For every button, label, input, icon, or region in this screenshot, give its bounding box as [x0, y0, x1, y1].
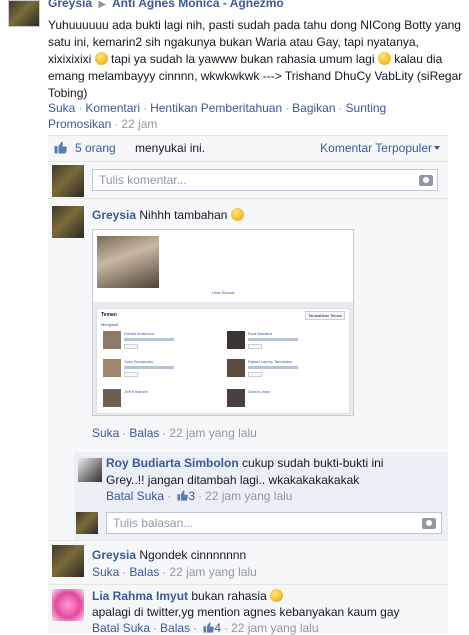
reply-text-line1: cukup sudah bukti-bukti ini: [242, 456, 384, 470]
likes-text: menyukai ini.: [135, 141, 206, 155]
post-actions: Suka · Komentari · Hentikan Pemberitahuan · Ba…: [48, 101, 387, 131]
like-link[interactable]: Suka: [92, 426, 119, 440]
friend-photo: [103, 331, 121, 349]
friend-photo: [227, 359, 245, 377]
comments-feed: 5 orang menyukai ini. Komentar Terpopule…: [48, 135, 448, 635]
friend-name: Owens Iman: [248, 389, 271, 394]
reply-time[interactable]: 22 jam yang lalu: [205, 489, 292, 503]
like-link[interactable]: Suka: [92, 565, 119, 579]
friend-photo: [227, 331, 245, 349]
friends-section-title: Teman: [101, 312, 117, 318]
like-link[interactable]: Suka: [48, 101, 75, 115]
commenter-avatar[interactable]: [52, 545, 84, 577]
reply-input-placeholder: Tulis balasan...: [113, 516, 194, 530]
likes-summary: 5 orang menyukai ini. Komentar Terpopule…: [48, 136, 448, 162]
comment-body: Lia Rahma Imyut bukan rahasia apalagi di…: [92, 588, 400, 620]
commenter-name[interactable]: Greysia: [92, 208, 136, 222]
add-friend-button: Tambahkan Teman: [305, 311, 345, 320]
commenter-avatar[interactable]: [52, 589, 84, 621]
attached-screenshot[interactable]: Lihat Semua Teman Tambahkan Teman Mengik…: [92, 229, 354, 416]
comment-text: Ngondek cinnnnnnn: [139, 548, 247, 562]
thumbs-up-icon: [203, 622, 215, 633]
smiley-emoticon-icon: [377, 52, 391, 65]
likes-count-link[interactable]: 5 orang: [75, 141, 116, 155]
commenter-avatar[interactable]: [52, 206, 84, 238]
triangle-right-icon: ▶: [98, 0, 107, 10]
comment-text: Nihhh tambahan: [139, 208, 228, 222]
smiley-emoticon-icon: [270, 589, 284, 602]
post-text-part-2: tapi ya sudah la yawww bukan rahasia umu…: [111, 52, 375, 66]
post-time[interactable]: 22 jam: [121, 117, 157, 131]
comment-link[interactable]: Komentari: [85, 101, 140, 115]
friend-name: Zeff Kreanzie: [124, 389, 148, 394]
comment-time[interactable]: 22 jam yang lalu: [169, 426, 256, 440]
post-body: Yuhuuuuuu ada bukti lagi nih, pasti suda…: [48, 17, 464, 102]
author-avatar[interactable]: [8, 0, 40, 27]
author-name[interactable]: Greysia: [48, 0, 92, 10]
comment-composer: Tulis komentar...: [48, 163, 448, 199]
chevron-down-icon: [434, 146, 440, 150]
comment-input[interactable]: Tulis komentar...: [92, 169, 438, 191]
sort-label: Komentar Terpopuler: [320, 141, 432, 155]
commenter-name[interactable]: Greysia: [92, 548, 136, 562]
comment-body: Greysia Nihhh tambahan: [92, 208, 244, 222]
post-header: Greysia ▶ Anti Agnes Monica - Agnezmo: [48, 0, 284, 10]
comment-meta: Suka · Balas · 22 jam yang lalu: [92, 565, 257, 579]
comment: Greysia Nihhh tambahan Lihat Semua Teman…: [48, 200, 448, 452]
comment-meta: Suka · Balas · 22 jam yang lalu: [92, 426, 257, 440]
thumbs-up-icon: [54, 141, 67, 154]
see-all-link: Lihat Semua: [211, 290, 235, 295]
reply-link[interactable]: Balas: [129, 565, 159, 579]
reply-meta: Batal Suka · 3 · 22 jam yang lalu: [106, 489, 293, 503]
friends-card: Teman Tambahkan Teman Mengikuti Gerald A…: [96, 308, 350, 414]
reply-like-count[interactable]: 3: [188, 489, 195, 503]
friend-name: Gerald Anderson: [124, 331, 155, 336]
camera-icon[interactable]: [422, 518, 436, 529]
edit-link[interactable]: Sunting: [346, 101, 387, 115]
comment-input-placeholder: Tulis komentar...: [99, 173, 187, 187]
friend-name: Rafael Landry Tanubrata: [248, 359, 292, 364]
profile-photo: [97, 236, 159, 288]
sort-comments-dropdown[interactable]: Komentar Terpopuler: [320, 141, 440, 155]
friend-photo: [103, 389, 121, 407]
reply-text-line2: Grey..!! jangan ditambah lagi.. wkakakak…: [106, 473, 360, 487]
friend-photo: [103, 359, 121, 377]
friend-photo: [227, 389, 245, 407]
promote-link[interactable]: Promosikan: [48, 117, 111, 131]
stop-notifications-link[interactable]: Hentikan Pemberitahuan: [150, 101, 282, 115]
reply-input[interactable]: Tulis balasan...: [106, 512, 442, 534]
viewer-avatar: [76, 512, 98, 534]
reply-link[interactable]: Balas: [129, 426, 159, 440]
commenter-name[interactable]: Lia Rahma Imyut: [92, 589, 188, 603]
comment-body: Greysia Ngondek cinnnnnnn: [92, 548, 246, 562]
reply-body: Roy Budiarta Simbolon cukup sudah bukti-…: [106, 455, 446, 489]
replier-name[interactable]: Roy Budiarta Simbolon: [106, 456, 239, 470]
comment: Lia Rahma Imyut bukan rahasia apalagi di…: [48, 584, 448, 635]
comment-text-line2: apalagi di twitter,yg mention agnes keba…: [92, 605, 400, 619]
comment-time[interactable]: 22 jam yang lalu: [169, 565, 256, 579]
comment-text-line1: bukan rahasia: [191, 589, 267, 603]
thumbs-up-icon: [177, 490, 189, 501]
camera-icon[interactable]: [419, 175, 433, 186]
unlike-link[interactable]: Batal Suka: [106, 489, 164, 503]
smiley-emoticon-icon: [94, 52, 108, 65]
following-label: Mengikuti: [101, 322, 119, 327]
smiley-emoticon-icon: [230, 208, 244, 221]
target-page[interactable]: Anti Agnes Monica - Agnezmo: [112, 0, 284, 10]
friend-name: Yosa Fernandes: [124, 359, 153, 364]
reply-thread: Roy Budiarta Simbolon cukup sudah bukti-…: [74, 452, 448, 540]
share-link[interactable]: Bagikan: [292, 101, 335, 115]
comment: Greysia Ngondek cinnnnnnn Suka · Balas · 22 …: [48, 540, 448, 584]
viewer-avatar: [52, 165, 84, 197]
friend-name: Ezra Mandira: [248, 331, 272, 336]
replier-avatar[interactable]: [78, 458, 102, 482]
